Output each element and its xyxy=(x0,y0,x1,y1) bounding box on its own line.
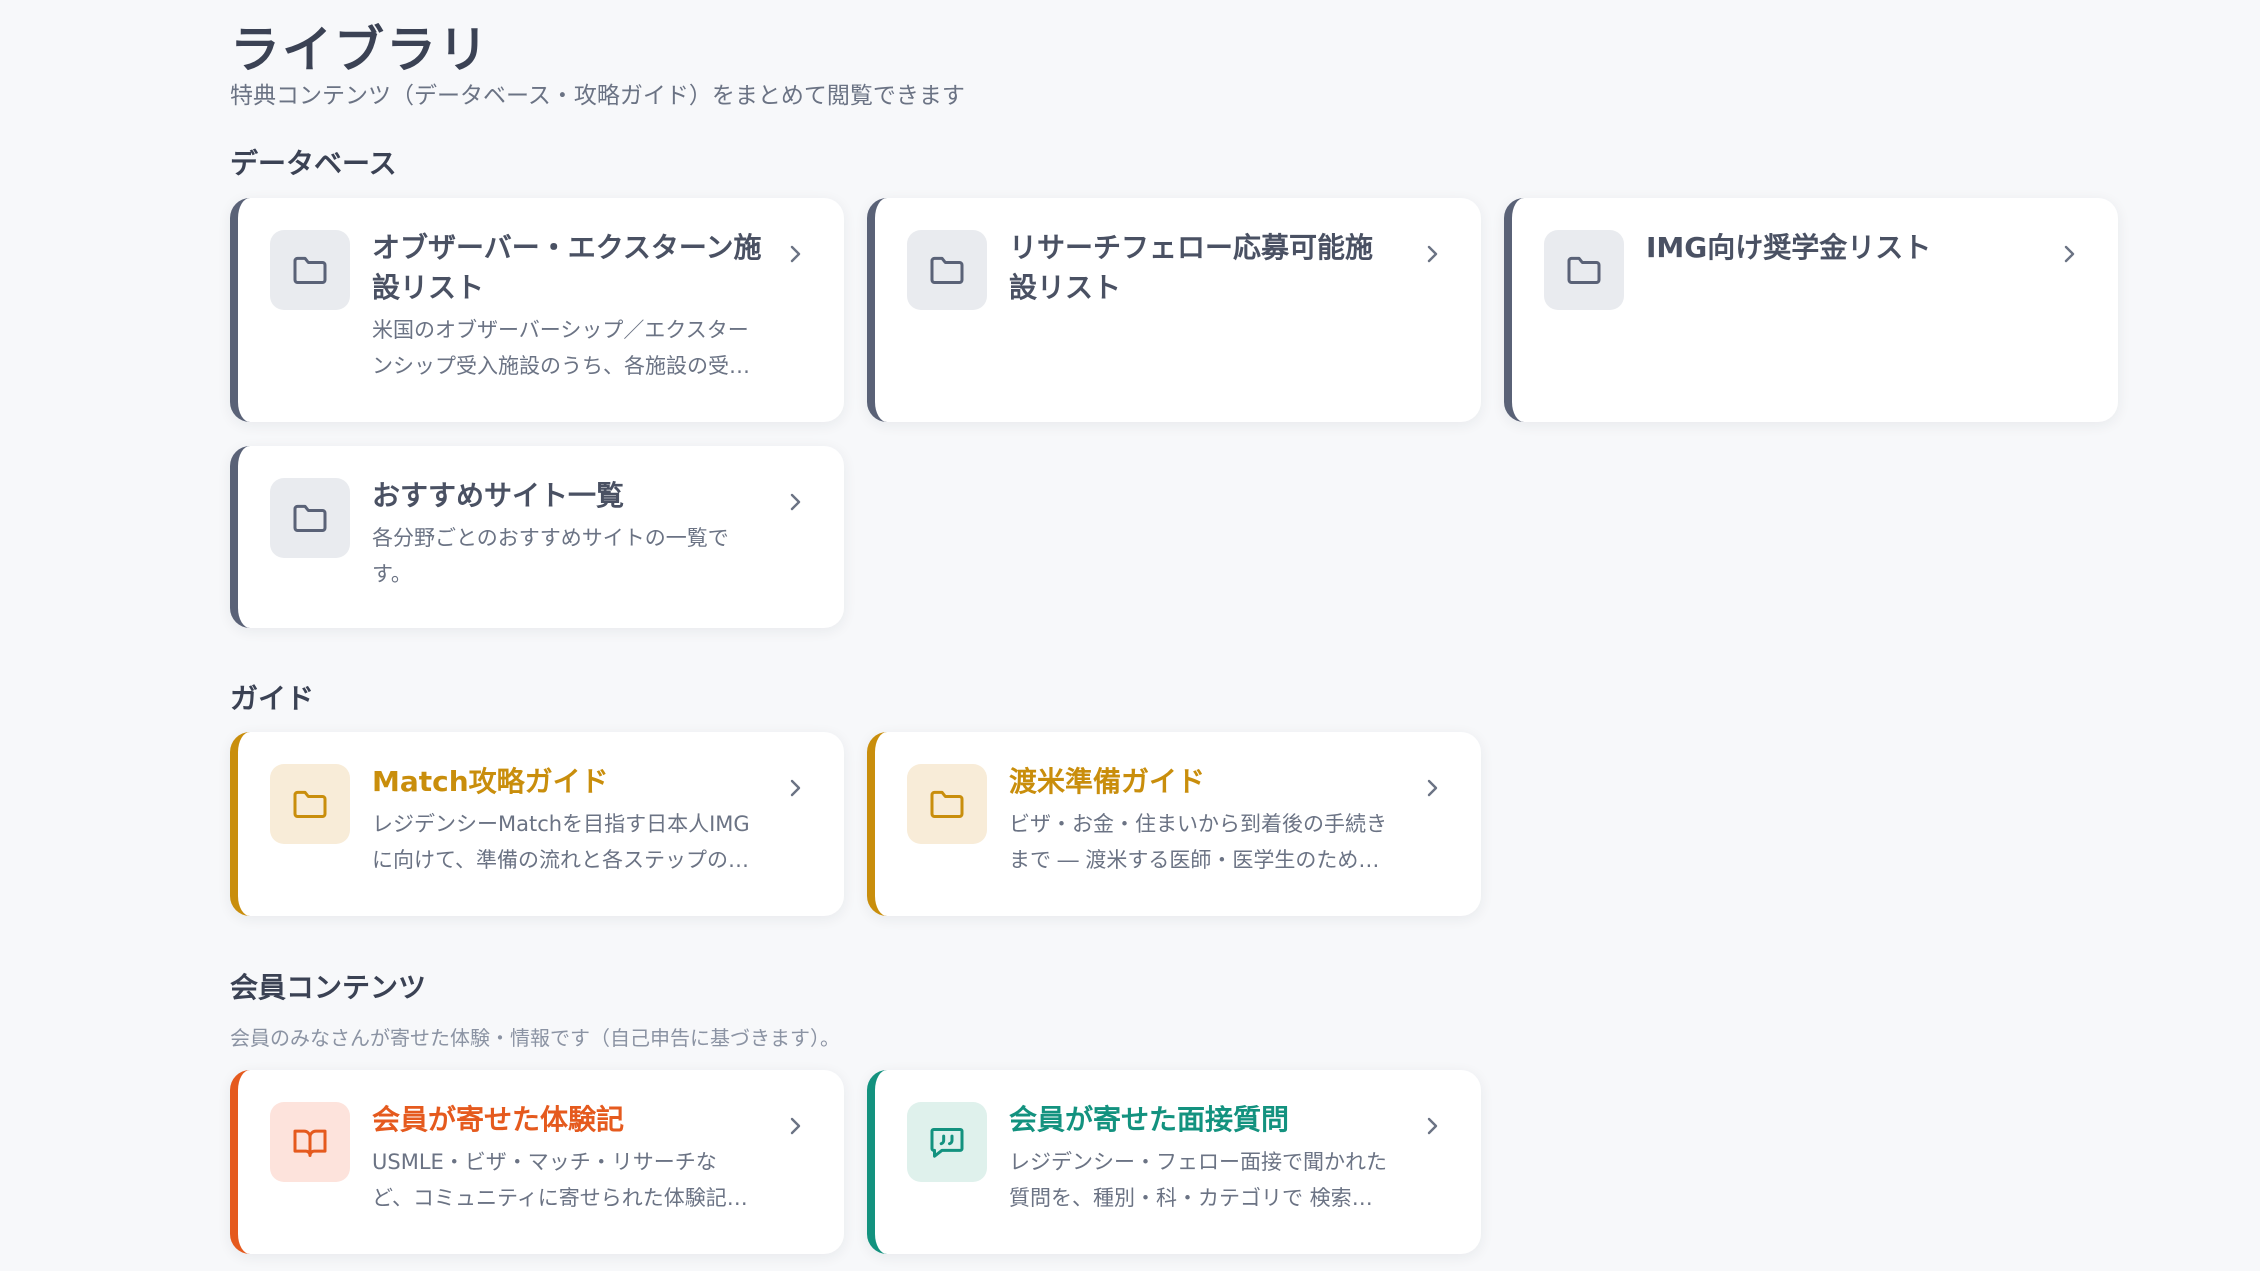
chevron-right-icon xyxy=(2064,245,2075,263)
chevron-right-icon xyxy=(1427,245,1438,263)
card-description: 米国のオブザーバーシップ／エクスターンシップ受入施設のうち、各施設の受入条件や応… xyxy=(372,318,750,378)
folder-icon xyxy=(1544,230,1624,310)
card-description: レジデンシーMatchを目指す日本人IMGに向けて、準備の流れと各ステップのポイ… xyxy=(372,812,750,872)
card-member-interview-questions[interactable]: 会員が寄せた面接質問 レジデンシー・フェロー面接で聞かれた質問を、種別・科・カテ… xyxy=(867,1070,1481,1254)
card-title: オブザーバー・エクスターン施設リスト xyxy=(372,231,762,304)
card-description: レジデンシー・フェロー面接で聞かれた質問を、種別・科・カテゴリで 検索できます。 xyxy=(1009,1150,1387,1210)
card-title: 会員が寄せた体験記 xyxy=(372,1103,625,1136)
chevron-right-icon xyxy=(790,245,801,263)
card-title: 渡米準備ガイド xyxy=(1009,765,1206,798)
folder-icon xyxy=(270,764,350,844)
section-title-member: 会員コンテンツ xyxy=(230,971,427,1004)
card-title: IMG向け奨学金リスト xyxy=(1646,231,1932,264)
card-member-experiences[interactable]: 会員が寄せた体験記 USMLE・ビザ・マッチ・リサーチなど、コミュニティに寄せら… xyxy=(230,1070,844,1254)
page-title: ライブラリ xyxy=(230,21,490,79)
folder-icon xyxy=(907,230,987,310)
book-icon xyxy=(270,1102,350,1182)
chevron-right-icon xyxy=(790,1117,801,1135)
card-title: リサーチフェロー応募可能施設リスト xyxy=(1009,231,1374,304)
chat-quote-icon xyxy=(907,1102,987,1182)
card-observer-extern-list[interactable]: オブザーバー・エクスターン施設リスト 米国のオブザーバーシップ／エクスターンシッ… xyxy=(230,198,844,422)
chevron-right-icon xyxy=(1427,779,1438,797)
section-note-member: 会員のみなさんが寄せた体験・情報です（自己申告に基づきます）。 xyxy=(230,1026,840,1050)
card-description: 各分野ごとのおすすめサイトの一覧です。 xyxy=(372,526,729,586)
card-title: おすすめサイト一覧 xyxy=(372,479,625,512)
card-title: 会員が寄せた面接質問 xyxy=(1009,1103,1290,1136)
section-title-database: データベース xyxy=(230,147,397,180)
card-moving-to-us-guide[interactable]: 渡米準備ガイド ビザ・お金・住まいから到着後の手続きまで ― 渡米する医師・医学… xyxy=(867,732,1481,916)
page-subtitle: 特典コンテンツ（データベース・攻略ガイド）をまとめて閲覧できます xyxy=(230,83,965,109)
card-research-fellow-list[interactable]: リサーチフェロー応募可能施設リスト xyxy=(867,198,1481,422)
folder-icon xyxy=(907,764,987,844)
card-description: USMLE・ビザ・マッチ・リサーチなど、コミュニティに寄せられた体験記を読むこと… xyxy=(372,1150,748,1210)
card-recommended-sites[interactable]: おすすめサイト一覧 各分野ごとのおすすめサイトの一覧です。 xyxy=(230,446,844,628)
card-match-guide[interactable]: Match攻略ガイド レジデンシーMatchを目指す日本人IMGに向けて、準備の… xyxy=(230,732,844,916)
chevron-right-icon xyxy=(790,779,801,797)
chevron-right-icon xyxy=(1427,1117,1438,1135)
folder-icon xyxy=(270,478,350,558)
card-title: Match攻略ガイド xyxy=(372,765,609,798)
card-description: ビザ・お金・住まいから到着後の手続きまで ― 渡米する医師・医学生のための準備ガ… xyxy=(1009,812,1387,872)
section-title-guide: ガイド xyxy=(230,682,315,715)
chevron-right-icon xyxy=(790,493,801,511)
folder-icon xyxy=(270,230,350,310)
card-img-scholarship-list[interactable]: IMG向け奨学金リスト xyxy=(1504,198,2118,422)
